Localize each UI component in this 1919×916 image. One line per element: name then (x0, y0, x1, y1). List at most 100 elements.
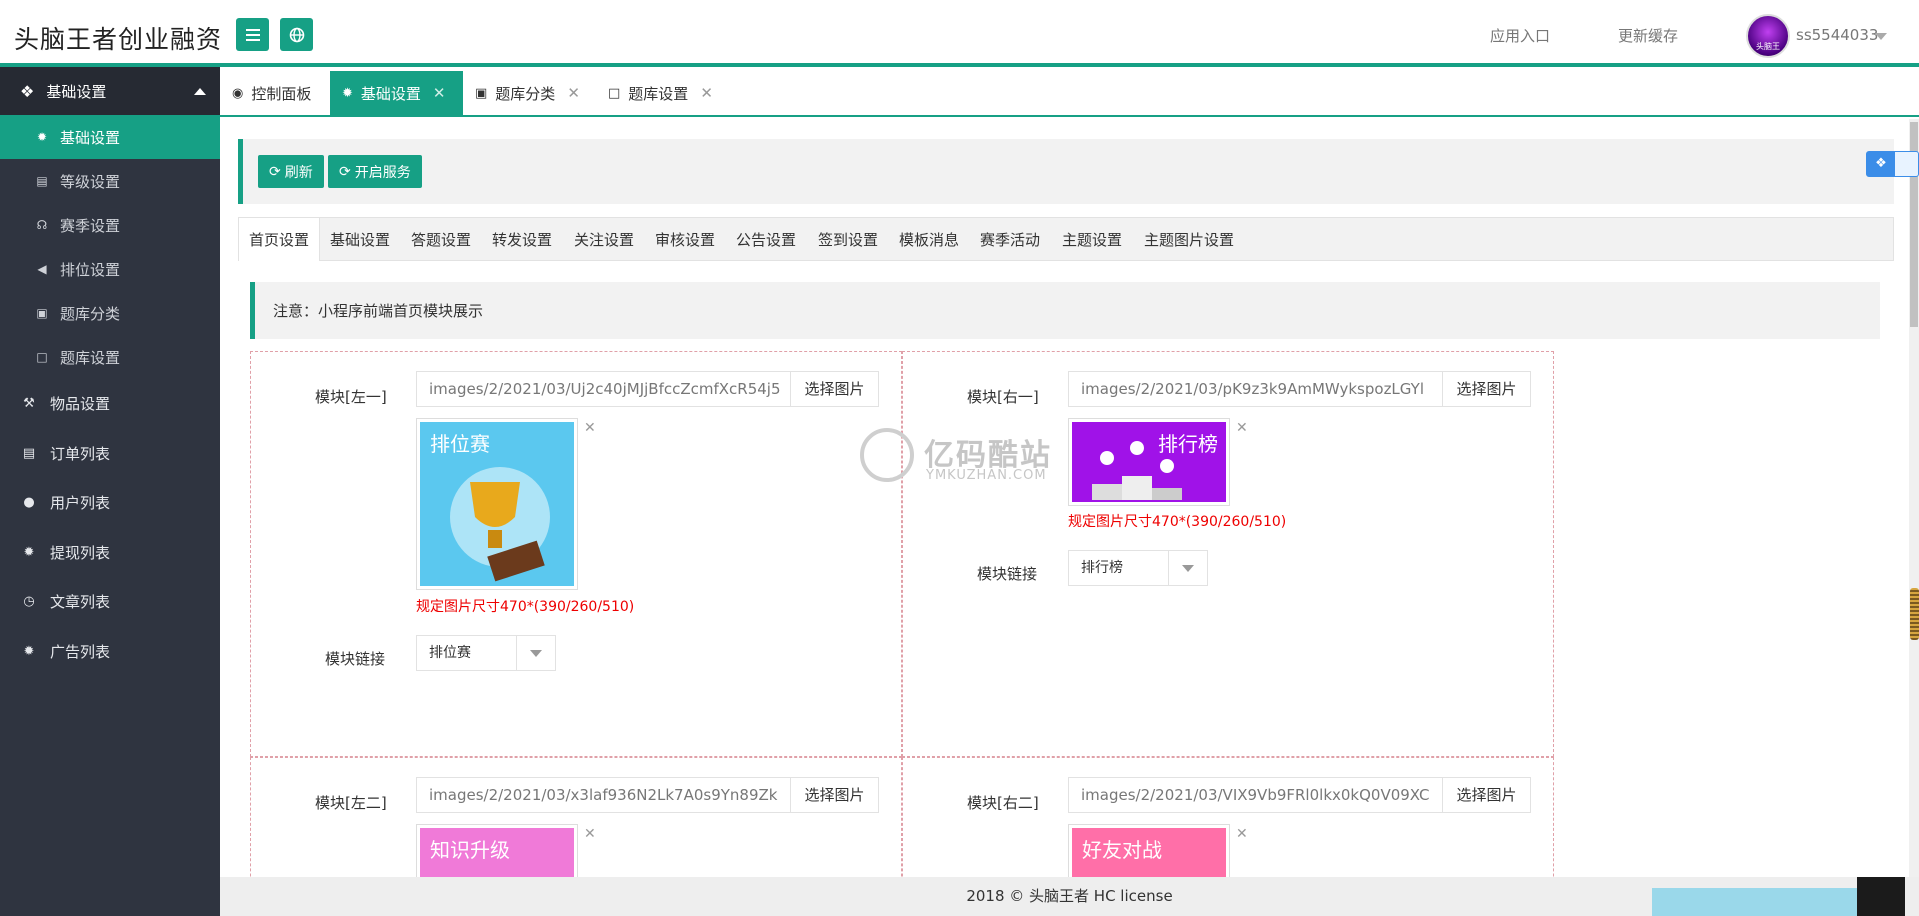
image-path-field[interactable]: images/2/2021/03/x3laf936N2Lk7A0s9Yn89Zk… (416, 777, 879, 813)
image-path-value[interactable]: images/2/2021/03/pK9z3k9AmMWykspozLGYl (1069, 372, 1442, 406)
tab-question-category[interactable]: ▣ 题库分类 ✕ (463, 71, 593, 115)
avatar[interactable]: 头脑王 (1746, 14, 1790, 58)
sidebar-item-label: 赛季设置 (60, 216, 121, 235)
sidebar-item-label: 题库设置 (60, 348, 121, 367)
sidebar-item-label: 广告列表 (50, 642, 111, 661)
sidebar-group-label: 基础设置 (46, 82, 107, 101)
sidebar-item-question-category[interactable]: ▣ 题库分类 (0, 291, 220, 335)
close-icon[interactable]: ✕ (1236, 420, 1248, 436)
page-tabs: ◉ 控制面板 ✹ 基础设置 ✕ ▣ 题库分类 ✕ □ 题库设置 ✕ (220, 71, 1919, 117)
menu-toggle-button[interactable] (236, 18, 269, 51)
brand-title: 头脑王者创业融资 (14, 25, 223, 54)
module-label: 模块[左一] (315, 388, 387, 406)
bottom-right-widget[interactable] (1857, 877, 1905, 916)
subtab-answer[interactable]: 答题设置 (411, 218, 471, 261)
chevron-down-icon[interactable] (1875, 33, 1887, 40)
gear-icon: ✹ (36, 130, 48, 144)
module-thumbnail: 排行榜 (1068, 418, 1230, 506)
subtab-template-msg[interactable]: 模板消息 (899, 218, 959, 261)
thumbnail-title: 排位赛 (430, 432, 490, 456)
image-path-field[interactable]: images/2/2021/03/VIX9Vb9FRl0lkx0kQ0V09XC… (1068, 777, 1531, 813)
tab-question-settings[interactable]: □ 题库设置 ✕ (596, 71, 726, 115)
cubes-icon: ❖ (20, 81, 35, 101)
select-image-button[interactable]: 选择图片 (790, 778, 878, 812)
module-link-select[interactable]: 排位赛 (416, 635, 556, 671)
subtab-forward[interactable]: 转发设置 (492, 218, 552, 261)
floating-cloud-widget[interactable]: ❖ (1866, 151, 1919, 177)
tab-label: 题库分类 (495, 84, 556, 103)
subtab-theme-images[interactable]: 主题图片设置 (1144, 218, 1234, 261)
sidebar-item-goods[interactable]: ⚒ 物品设置 (0, 379, 220, 429)
image-path-value[interactable]: images/2/2021/03/x3laf936N2Lk7A0s9Yn89Zk (417, 778, 790, 812)
doc-icon: ▣ (36, 306, 48, 320)
close-icon[interactable]: ✕ (700, 84, 713, 102)
module-link-value: 排位赛 (417, 636, 517, 670)
chat-icon: □ (36, 350, 48, 364)
app-entry-link[interactable]: 应用入口 (1490, 25, 1550, 46)
cog-icon: ✹ (23, 643, 35, 659)
close-icon[interactable]: ✕ (584, 826, 596, 842)
sidebar-item-users[interactable]: ● 用户列表 (0, 478, 220, 528)
module-label: 模块[左二] (315, 794, 387, 812)
sidebar-item-label: 提现列表 (50, 543, 111, 562)
sidebar-item-withdrawals[interactable]: ✹ 提现列表 (0, 528, 220, 578)
close-icon[interactable]: ✕ (433, 84, 446, 102)
module-left-2: 模块[左二] images/2/2021/03/x3laf936N2Lk7A0s… (250, 757, 902, 877)
update-cache-link[interactable]: 更新缓存 (1618, 25, 1678, 46)
tab-dashboard[interactable]: ◉ 控制面板 (220, 71, 330, 115)
sidebar-item-label: 题库分类 (60, 304, 121, 323)
sidebar-item-label: 订单列表 (50, 444, 111, 463)
close-icon[interactable]: ✕ (584, 420, 596, 436)
sidebar-item-label: 物品设置 (50, 395, 111, 414)
subtab-home[interactable]: 首页设置 (239, 218, 320, 261)
subtab-follow[interactable]: 关注设置 (574, 218, 634, 261)
image-path-value[interactable]: images/2/2021/03/VIX9Vb9FRl0lkx0kQ0V09XC (1069, 778, 1442, 812)
sidebar-item-season-settings[interactable]: ☊ 赛季设置 (0, 203, 220, 247)
sidebar-item-ads[interactable]: ✹ 广告列表 (0, 627, 220, 677)
module-thumbnail: 排位赛 (416, 418, 578, 590)
globe-button[interactable] (280, 18, 313, 51)
watermark-subtitle: YMKUZHAN.COM (926, 468, 1047, 483)
username[interactable]: ss5544033 (1796, 26, 1878, 44)
thumbnail-title: 排行榜 (1158, 432, 1218, 456)
module-left-1: 模块[左一] images/2/2021/03/Uj2c40jMJjBfccZc… (250, 351, 902, 757)
subtab-theme[interactable]: 主题设置 (1062, 218, 1122, 261)
subtab-announcement[interactable]: 公告设置 (736, 218, 796, 261)
thumbnail-title: 知识升级 (430, 838, 510, 862)
sidebar-item-label: 文章列表 (50, 593, 111, 612)
image-path-value[interactable]: images/2/2021/03/Uj2c40jMJjBfccZcmfXcR54… (417, 372, 790, 406)
file-icon: ▤ (22, 445, 36, 461)
subtab-basic[interactable]: 基础设置 (330, 218, 390, 261)
doc-icon: ▣ (475, 85, 488, 101)
refresh-icon: ⟳ (339, 163, 351, 180)
module-link-label: 模块链接 (977, 565, 1038, 583)
sidebar-item-level-settings[interactable]: ▤ 等级设置 (0, 159, 220, 203)
select-image-button[interactable]: 选择图片 (790, 372, 878, 406)
sidebar-item-basic-settings[interactable]: ✹ 基础设置 (0, 115, 220, 159)
subtab-review[interactable]: 审核设置 (655, 218, 715, 261)
select-image-button[interactable]: 选择图片 (1442, 372, 1530, 406)
close-icon[interactable]: ✕ (1236, 826, 1248, 842)
cog-icon: ✹ (23, 544, 35, 560)
sidebar-item-articles[interactable]: ◷ 文章列表 (0, 577, 220, 627)
headphones-icon: ☊ (36, 218, 48, 232)
image-path-field[interactable]: images/2/2021/03/Uj2c40jMJjBfccZcmfXcR54… (416, 371, 879, 407)
start-service-label: 开启服务 (354, 164, 411, 181)
sidebar-item-question-settings[interactable]: □ 题库设置 (0, 335, 220, 379)
subtab-checkin[interactable]: 签到设置 (818, 218, 878, 261)
tab-basic-settings[interactable]: ✹ 基础设置 ✕ (330, 71, 463, 115)
subtab-season-activity[interactable]: 赛季活动 (980, 218, 1040, 261)
image-path-field[interactable]: images/2/2021/03/pK9z3k9AmMWykspozLGYl 选… (1068, 371, 1531, 407)
side-drag-handle[interactable] (1910, 588, 1919, 640)
sidebar-item-orders[interactable]: ▤ 订单列表 (0, 429, 220, 479)
close-icon[interactable]: ✕ (567, 84, 580, 102)
sidebar-group-basic[interactable]: ❖ 基础设置 (0, 67, 220, 115)
start-service-button[interactable]: ⟳ 开启服务 (328, 155, 422, 188)
tab-label: 控制面板 (251, 84, 312, 103)
cloud-icon: ❖ (1867, 152, 1895, 176)
sidebar-item-rank-settings[interactable]: ◀ 排位设置 (0, 247, 220, 291)
settings-subtabs: 首页设置 基础设置 答题设置 转发设置 关注设置 审核设置 公告设置 签到设置 … (238, 217, 1894, 261)
refresh-button[interactable]: ⟳ 刷新 (258, 155, 324, 188)
select-image-button[interactable]: 选择图片 (1442, 778, 1530, 812)
module-link-select[interactable]: 排行榜 (1068, 550, 1208, 586)
